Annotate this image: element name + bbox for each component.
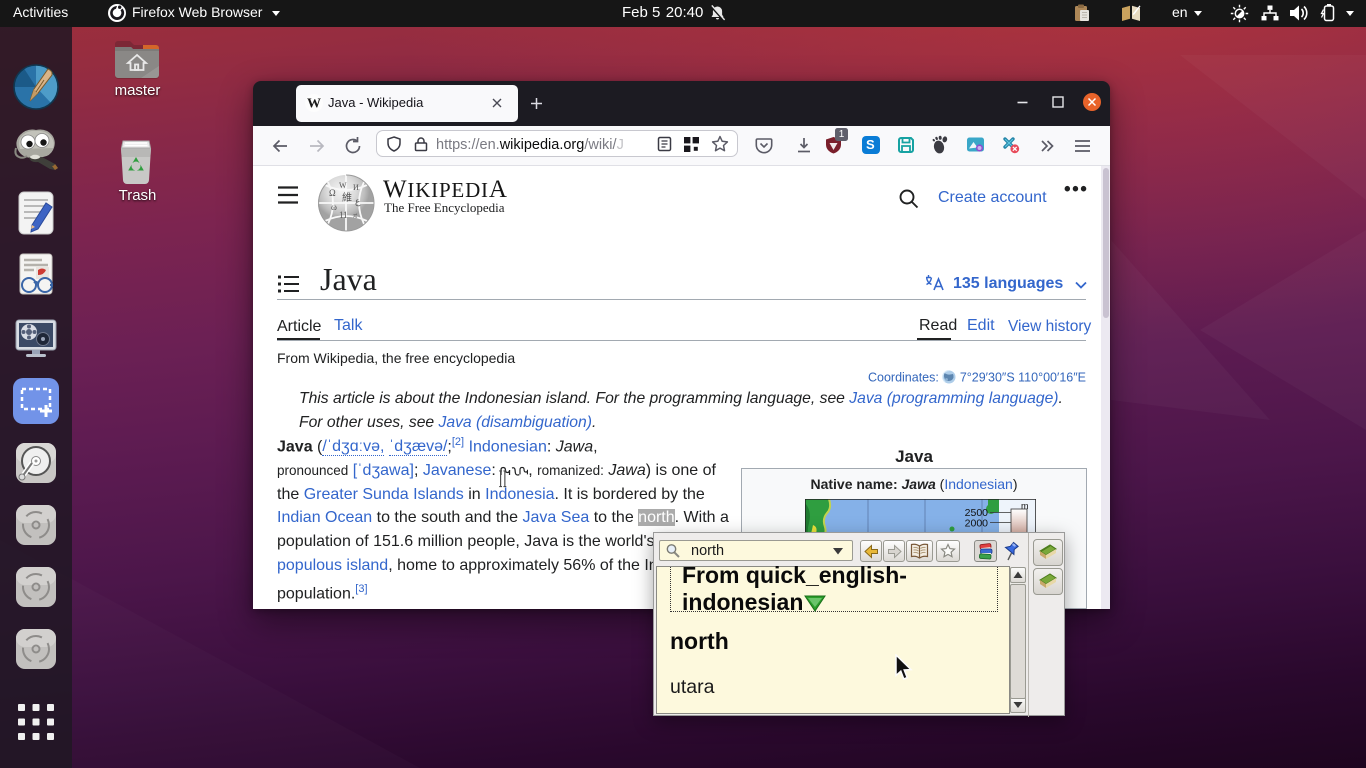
svg-text:ع: ع xyxy=(355,196,361,207)
svg-text:維: 維 xyxy=(342,191,352,204)
svg-text:ω: ω xyxy=(331,202,337,212)
svg-text:ಸ: ಸ xyxy=(353,211,357,220)
svg-text:Ω: Ω xyxy=(329,188,336,198)
svg-text:W: W xyxy=(339,181,347,190)
svg-text:И: И xyxy=(353,183,359,192)
svg-text:11: 11 xyxy=(339,210,348,220)
svg-text:W: W xyxy=(307,97,321,112)
svg-text:2000: 2000 xyxy=(965,518,989,530)
